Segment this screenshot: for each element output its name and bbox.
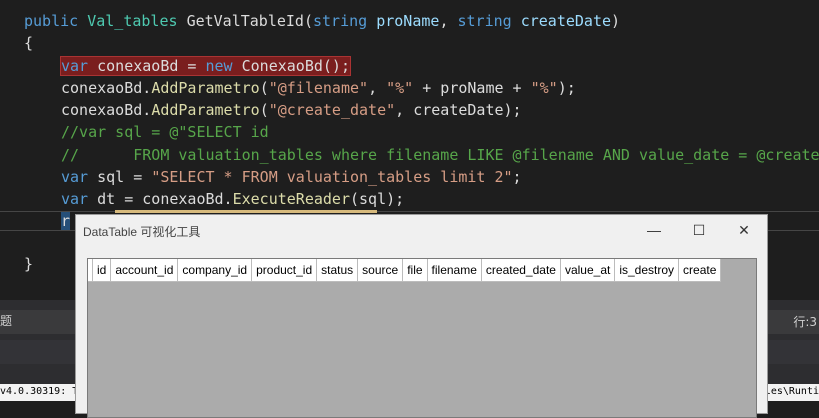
method-call: AddParametro bbox=[151, 101, 260, 119]
code-line-2[interactable]: { bbox=[24, 32, 33, 54]
code-text: ( bbox=[259, 79, 269, 97]
param-name: proName bbox=[376, 12, 440, 30]
column-header[interactable]: created_date bbox=[482, 259, 561, 281]
code-text: sql = bbox=[88, 168, 152, 186]
code-line-1[interactable]: public Val_tables GetValTableId(string p… bbox=[24, 10, 620, 32]
status-left-text: 题 bbox=[0, 314, 13, 328]
maximize-button[interactable]: ☐ bbox=[684, 219, 714, 241]
comma: , bbox=[439, 12, 449, 30]
column-header[interactable]: id bbox=[93, 259, 112, 281]
param-name: createDate bbox=[520, 12, 612, 30]
code-text: ; bbox=[512, 168, 522, 186]
code-line-5[interactable]: conexaoBd.AddParametro("@create_date", c… bbox=[61, 99, 522, 121]
param-type: string bbox=[313, 12, 368, 30]
code-line-11[interactable]: } bbox=[24, 253, 33, 275]
code-text: + proName + bbox=[413, 79, 531, 97]
code-text: , bbox=[368, 79, 387, 97]
code-text: , createDate); bbox=[395, 101, 522, 119]
code-line-9[interactable]: var dt = conexaoBd.ExecuteReader(sql); bbox=[61, 188, 404, 210]
code-text: conexaoBd = bbox=[88, 57, 206, 75]
column-header[interactable]: filename bbox=[428, 259, 482, 281]
line-indicator: 行:3 bbox=[793, 315, 817, 329]
column-header[interactable]: create bbox=[679, 259, 722, 281]
column-header[interactable]: product_id bbox=[252, 259, 318, 281]
method-name: GetValTableId bbox=[186, 12, 304, 30]
column-header[interactable]: company_id bbox=[178, 259, 253, 281]
code-line-4[interactable]: conexaoBd.AddParametro("@filename", "%" … bbox=[61, 77, 576, 99]
keyword: new bbox=[205, 57, 233, 75]
debug-marker bbox=[115, 210, 377, 213]
string-literal: "SELECT * FROM valuation_tables limit 2" bbox=[151, 168, 513, 186]
grid-header-row: id account_id company_id product_id status so… bbox=[88, 259, 722, 282]
output-right-text: les\Runti bbox=[764, 386, 819, 397]
datatable-visualizer-window[interactable]: DataTable 可视化工具 — ☐ ✕ id account_id compan… bbox=[75, 214, 768, 418]
minimize-button[interactable]: — bbox=[639, 219, 669, 241]
keyword: var bbox=[61, 168, 89, 186]
keyword: public bbox=[24, 12, 79, 30]
paren: ( bbox=[303, 12, 313, 30]
code-text: ); bbox=[557, 79, 576, 97]
code-text: dt = conexaoBd. bbox=[88, 190, 233, 208]
code-text: conexaoBd. bbox=[61, 101, 152, 119]
code-line-3[interactable]: var conexaoBd = new ConexaoBd(); bbox=[60, 55, 351, 77]
code-text: (sql); bbox=[350, 190, 405, 208]
return-type: Val_tables bbox=[87, 12, 178, 30]
param-type: string bbox=[457, 12, 512, 30]
column-header[interactable]: file bbox=[403, 259, 428, 281]
output-left-text: v4.0.30319: T bbox=[0, 386, 79, 397]
string-literal: "%" bbox=[386, 79, 414, 97]
code-text: (); bbox=[322, 57, 350, 75]
string-literal: "@filename" bbox=[268, 79, 369, 97]
type-name: ConexaoBd bbox=[241, 57, 323, 75]
selected-text: r bbox=[61, 212, 71, 230]
window-title: DataTable 可视化工具 bbox=[83, 225, 201, 239]
column-header[interactable]: status bbox=[317, 259, 359, 281]
code-text: conexaoBd. bbox=[61, 79, 152, 97]
code-line-8[interactable]: var sql = "SELECT * FROM valuation_table… bbox=[61, 166, 522, 188]
code-line-6-comment[interactable]: //var sql = @"SELECT id bbox=[61, 121, 269, 143]
error-highlight: var conexaoBd = new ConexaoBd(); bbox=[60, 56, 351, 76]
keyword: var bbox=[61, 190, 89, 208]
method-call: AddParametro bbox=[151, 79, 260, 97]
string-literal: "@create_date" bbox=[268, 101, 396, 119]
string-literal: "%" bbox=[530, 79, 558, 97]
data-grid[interactable]: id account_id company_id product_id status so… bbox=[87, 258, 757, 418]
method-call: ExecuteReader bbox=[232, 190, 350, 208]
column-header[interactable]: account_id bbox=[111, 259, 179, 281]
paren-close: ) bbox=[611, 12, 621, 30]
keyword: var bbox=[61, 57, 89, 75]
code-line-7-comment[interactable]: // FROM valuation_tables where filename … bbox=[61, 144, 819, 166]
code-text: ( bbox=[259, 101, 269, 119]
close-button[interactable]: ✕ bbox=[729, 219, 759, 241]
code-line-10[interactable]: r bbox=[61, 210, 71, 232]
column-header[interactable]: is_destroy bbox=[615, 259, 680, 281]
column-header[interactable]: source bbox=[358, 259, 404, 281]
column-header[interactable]: value_at bbox=[561, 259, 616, 281]
